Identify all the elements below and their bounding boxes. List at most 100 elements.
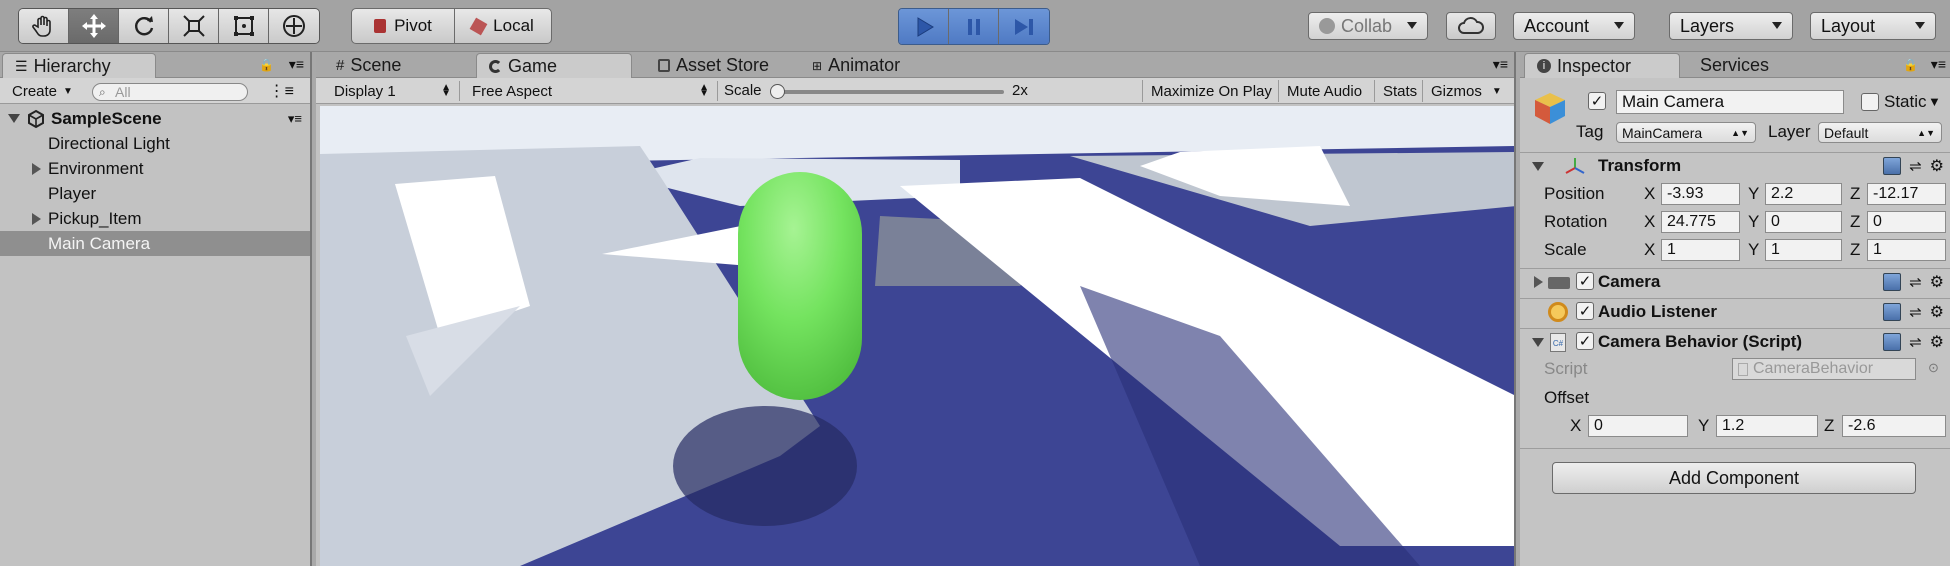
panel-menu-icon[interactable]: ▾≡	[289, 56, 304, 73]
help-book-icon[interactable]	[1883, 302, 1902, 321]
position-z-input[interactable]: -12.17	[1867, 183, 1946, 205]
layout-dropdown[interactable]: Layout	[1810, 12, 1936, 40]
account-label: Account	[1524, 15, 1590, 36]
expand-arrow-icon[interactable]	[32, 162, 41, 175]
maximize-on-play-toggle[interactable]: Maximize On Play	[1142, 80, 1280, 102]
tab-game[interactable]: Game	[476, 53, 632, 78]
expand-arrow-icon[interactable]	[1534, 276, 1543, 288]
camera-enabled-checkbox[interactable]: ✓	[1576, 272, 1594, 290]
scale-slider-thumb[interactable]	[770, 84, 785, 99]
step-button[interactable]	[999, 9, 1049, 44]
scale-tool-button[interactable]	[169, 9, 219, 43]
aspect-dropdown[interactable]: Free Aspect ▲ ▼	[464, 81, 718, 101]
hierarchy-item-main-camera[interactable]: Main Camera	[0, 231, 310, 256]
hierarchy-item-directional-light[interactable]: Directional Light	[0, 131, 310, 156]
camera-header[interactable]: ✓ Camera ⇌ ⚙	[1520, 268, 1950, 294]
gameobject-cube-icon	[1535, 93, 1565, 124]
local-button[interactable]: Local	[454, 8, 552, 44]
tab-inspector[interactable]: i Inspector	[1524, 53, 1680, 78]
gear-icon[interactable]: ⚙	[1930, 332, 1944, 352]
preset-sliders-icon[interactable]: ⇌	[1909, 303, 1922, 321]
scene-menu-icon[interactable]: ▾≡	[288, 111, 302, 127]
rotate-tool-button[interactable]	[119, 9, 169, 43]
offset-y-input[interactable]: 1.2	[1716, 415, 1818, 437]
account-dropdown[interactable]: Account	[1513, 12, 1635, 40]
help-book-icon[interactable]	[1883, 156, 1902, 175]
scale-z-input[interactable]: 1	[1867, 239, 1946, 261]
scale-y-input[interactable]: 1	[1765, 239, 1842, 261]
layers-dropdown[interactable]: Layers	[1669, 12, 1793, 40]
add-component-button[interactable]: Add Component	[1552, 462, 1916, 494]
pause-button[interactable]	[949, 9, 999, 44]
scale-x-input[interactable]: 1	[1661, 239, 1740, 261]
position-y-input[interactable]: 2.2	[1765, 183, 1842, 205]
tab-scene[interactable]: # Scene	[324, 53, 415, 78]
lock-icon[interactable]: 🔒	[1903, 58, 1918, 72]
collapse-arrow-icon[interactable]	[1532, 162, 1544, 171]
gear-icon[interactable]: ⚙	[1930, 156, 1944, 176]
rotation-y-input[interactable]: 0	[1765, 211, 1842, 233]
preset-sliders-icon[interactable]: ⇌	[1909, 273, 1922, 291]
rect-tool-button[interactable]	[219, 9, 269, 43]
pivot-button[interactable]: Pivot	[351, 8, 455, 44]
create-dropdown[interactable]: Create ▼	[4, 81, 82, 101]
hierarchy-search-input[interactable]: ⌕ All	[92, 83, 248, 101]
offset-z-input[interactable]: -2.6	[1842, 415, 1946, 437]
tab-hierarchy[interactable]: ☰ Hierarchy	[2, 53, 156, 78]
rotation-z-input[interactable]: 0	[1867, 211, 1946, 233]
hierarchy-item-environment[interactable]: Environment	[0, 156, 310, 181]
gear-icon[interactable]: ⚙	[1930, 302, 1944, 322]
offset-x-input[interactable]: 0	[1588, 415, 1688, 437]
transform-header[interactable]: Transform ⇌ ⚙	[1520, 152, 1950, 178]
cloud-button[interactable]	[1446, 12, 1496, 40]
axis-y-label: Y	[1748, 240, 1760, 259]
tab-services[interactable]: Services	[1688, 53, 1783, 78]
tab-animator[interactable]: ⊞ Animator	[800, 53, 914, 78]
collab-dropdown[interactable]: Collab	[1308, 12, 1428, 40]
expand-arrow-icon[interactable]	[8, 114, 20, 123]
help-book-icon[interactable]	[1883, 272, 1902, 291]
stats-toggle[interactable]: Stats	[1374, 80, 1425, 102]
audio-listener-enabled-checkbox[interactable]: ✓	[1576, 302, 1594, 320]
gizmos-dropdown[interactable]: Gizmos ▼	[1422, 80, 1510, 102]
rotation-x-input[interactable]: 24.775	[1661, 211, 1740, 233]
collapse-arrow-icon[interactable]	[1532, 338, 1544, 347]
static-label: Static	[1884, 92, 1927, 111]
camera-behavior-header[interactable]: C# ✓ Camera Behavior (Script) ⇌ ⚙	[1520, 328, 1950, 354]
hand-tool-button[interactable]	[19, 9, 69, 43]
play-button[interactable]	[899, 9, 949, 44]
scale-slider[interactable]	[770, 84, 1004, 99]
filter-icon[interactable]: ⋮≡	[269, 81, 294, 101]
object-active-checkbox[interactable]: ✓	[1588, 92, 1606, 110]
transform-tool-button[interactable]	[269, 9, 319, 43]
tab-asset-store[interactable]: Asset Store	[646, 53, 783, 78]
preset-sliders-icon[interactable]: ⇌	[1909, 333, 1922, 351]
component-header-icons: ⇌ ⚙	[1883, 272, 1944, 292]
object-name-input[interactable]: Main Camera	[1616, 90, 1844, 114]
hierarchy-item-player[interactable]: Player	[0, 181, 310, 206]
object-picker-icon[interactable]: ⊙	[1928, 360, 1939, 376]
cloud-icon	[1458, 17, 1484, 34]
display-dropdown[interactable]: Display 1 ▲ ▼	[326, 81, 460, 101]
scene-row[interactable]: SampleScene ▾≡	[0, 106, 310, 131]
mute-audio-toggle[interactable]: Mute Audio	[1278, 80, 1370, 102]
expand-arrow-icon[interactable]	[32, 212, 41, 225]
move-tool-button[interactable]	[69, 9, 119, 43]
layer-dropdown[interactable]: Default ▲▼	[1818, 122, 1942, 143]
preset-sliders-icon[interactable]: ⇌	[1909, 157, 1922, 175]
position-x-input[interactable]: -3.93	[1661, 183, 1740, 205]
updown-icon: ▲▼	[1917, 127, 1935, 138]
tag-value: MainCamera	[1622, 124, 1703, 141]
chevron-down-icon[interactable]: ▼	[1928, 94, 1941, 109]
static-checkbox[interactable]	[1861, 93, 1879, 111]
game-viewport[interactable]	[320, 106, 1514, 566]
tag-dropdown[interactable]: MainCamera ▲▼	[1616, 122, 1756, 143]
hierarchy-item-pickup-item[interactable]: Pickup_Item	[0, 206, 310, 231]
lock-icon[interactable]: 🔒	[259, 58, 274, 72]
panel-menu-icon[interactable]: ▾≡	[1931, 56, 1946, 73]
panel-menu-icon[interactable]: ▾≡	[1493, 56, 1508, 73]
help-book-icon[interactable]	[1883, 332, 1902, 351]
gear-icon[interactable]: ⚙	[1930, 272, 1944, 292]
camera-behavior-enabled-checkbox[interactable]: ✓	[1576, 332, 1594, 350]
audio-listener-header[interactable]: ✓ Audio Listener ⇌ ⚙	[1520, 298, 1950, 324]
